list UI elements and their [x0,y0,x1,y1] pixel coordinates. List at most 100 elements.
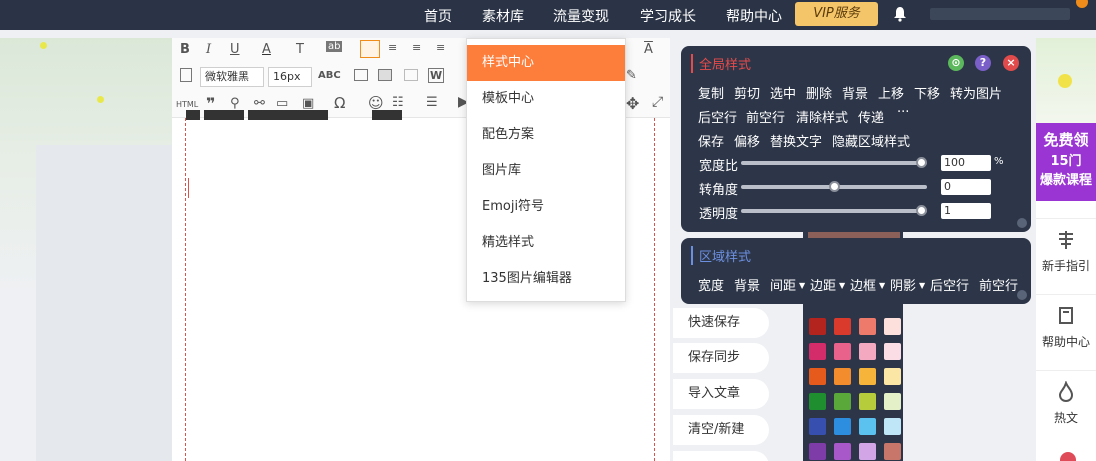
color-swatch[interactable] [834,343,851,360]
action-hide-region-style[interactable]: 隐藏区域样式 [832,131,910,150]
quick-save-button[interactable]: 快速保存 [673,308,769,338]
color-swatch[interactable] [834,393,851,410]
partially-hidden-button[interactable] [673,451,769,461]
menu-item-image-editor[interactable]: 135图片编辑器 [467,261,625,297]
opacity-thumb[interactable] [916,205,927,216]
nav-monetization[interactable]: 流量变现 [553,6,609,26]
color-swatch[interactable] [809,343,826,360]
rotation-input[interactable]: 0 [941,179,991,195]
action-save[interactable]: 保存 [698,131,724,150]
color-swatch[interactable] [859,418,876,435]
copy-icon[interactable] [404,69,418,81]
action-offset[interactable]: 偏移 [734,131,760,150]
ordered-list-icon[interactable]: ☷ [392,95,404,110]
font-size-select[interactable]: 16px [268,67,312,87]
menu-item-featured-styles[interactable]: 精选样式 [467,225,625,261]
close-icon[interactable]: × [1003,55,1019,71]
color-swatch[interactable] [884,393,901,410]
action-blank-after[interactable]: 后空行 [698,107,737,126]
background-color-icon[interactable]: ab [326,41,343,52]
region-border[interactable]: 边框 [850,275,876,294]
menu-item-color-scheme[interactable]: 配色方案 [467,117,625,153]
color-swatch[interactable] [859,318,876,335]
menu-item-template-center[interactable]: 模板中心 [467,81,625,117]
image-icon[interactable] [378,69,392,81]
color-swatch[interactable] [859,443,876,460]
font-family-select[interactable]: 微软雅黑 [200,67,264,87]
menu-item-image-library[interactable]: 图片库 [467,153,625,189]
nav-home[interactable]: 首页 [424,6,452,26]
text-case-icon[interactable]: A [644,42,653,57]
align-justify-icon[interactable]: ≡ [436,41,445,54]
region-background[interactable]: 背景 [734,275,760,294]
width-ratio-thumb[interactable] [916,157,927,168]
action-replace-text[interactable]: 替换文字 [770,131,822,150]
color-swatch[interactable] [859,343,876,360]
html-source-icon[interactable]: HTML [176,100,198,109]
color-swatch[interactable] [834,318,851,335]
link-icon[interactable]: ⚲ [230,96,240,111]
collapse-icon[interactable] [1017,218,1027,228]
color-swatch[interactable] [834,418,851,435]
spellcheck-icon[interactable]: ABC [318,70,341,81]
color-swatch[interactable] [859,393,876,410]
rotation-thumb[interactable] [828,181,840,192]
align-left-icon[interactable] [360,40,380,58]
opacity-input[interactable]: 1 [941,203,991,219]
action-move-down[interactable]: 下移 [914,83,940,102]
nav-material-library[interactable]: 素材库 [482,6,524,26]
word-import-icon[interactable]: W [428,68,445,83]
brush-icon[interactable]: ✎ [626,68,637,83]
color-swatch[interactable] [809,443,826,460]
color-swatch[interactable] [884,368,901,385]
collapse-icon[interactable] [1017,290,1027,300]
more-icon[interactable]: ··· [897,105,909,120]
document-icon[interactable] [180,68,192,82]
fullscreen-icon[interactable]: ⤢ [652,94,663,110]
color-swatch[interactable] [834,368,851,385]
action-clear-style[interactable]: 清除样式 [796,107,848,126]
bold-icon[interactable]: B [180,42,190,57]
bell-icon[interactable] [892,6,908,22]
align-center-icon[interactable]: ≡ [388,41,397,54]
user-account-area[interactable] [930,8,1070,20]
sidebar-item-hot[interactable]: 热文 [1036,370,1096,446]
action-copy[interactable]: 复制 [698,83,724,102]
color-swatch[interactable] [834,443,851,460]
action-pass[interactable]: 传递 [858,107,884,126]
underline-icon[interactable]: U [230,42,240,57]
nav-learning[interactable]: 学习成长 [640,6,696,26]
font-color-icon[interactable]: A [262,42,271,57]
heart-icon[interactable] [1060,452,1076,461]
color-swatch[interactable] [884,443,901,460]
import-article-button[interactable]: 导入文章 [673,379,769,409]
region-blank-before[interactable]: 前空行 [979,275,1018,294]
region-spacing[interactable]: 间距 [770,275,796,294]
nav-help-center[interactable]: 帮助中心 [726,6,782,26]
region-blank-after[interactable]: 后空行 [930,275,969,294]
color-swatch[interactable] [884,418,901,435]
action-background[interactable]: 背景 [842,83,868,102]
action-cut[interactable]: 剪切 [734,83,760,102]
action-to-image[interactable]: 转为图片 [950,83,1002,102]
color-swatch[interactable] [809,393,826,410]
width-ratio-slider[interactable] [741,157,927,168]
save-sync-button[interactable]: 保存同步 [673,343,769,373]
sidebar-item-help[interactable]: 帮助中心 [1036,294,1096,370]
color-swatch[interactable] [809,368,826,385]
opacity-slider[interactable] [741,205,927,216]
sidebar-item-guide[interactable]: 新手指引 [1036,218,1096,294]
vip-service-button[interactable]: VIP服务 [795,2,878,26]
rotation-slider[interactable] [741,181,927,192]
color-swatch[interactable] [884,343,901,360]
region-shadow[interactable]: 阴影 [890,275,916,294]
free-course-promo[interactable]: 免费领 15门 爆款课程 [1036,123,1096,201]
align-right-icon[interactable]: ≡ [412,41,421,54]
color-swatch[interactable] [859,368,876,385]
color-swatch[interactable] [809,418,826,435]
region-width[interactable]: 宽度 [698,275,724,294]
color-swatch[interactable] [809,318,826,335]
action-delete[interactable]: 删除 [806,83,832,102]
color-swatch[interactable] [884,318,901,335]
horizontal-line-icon[interactable]: ▭ [276,96,288,111]
